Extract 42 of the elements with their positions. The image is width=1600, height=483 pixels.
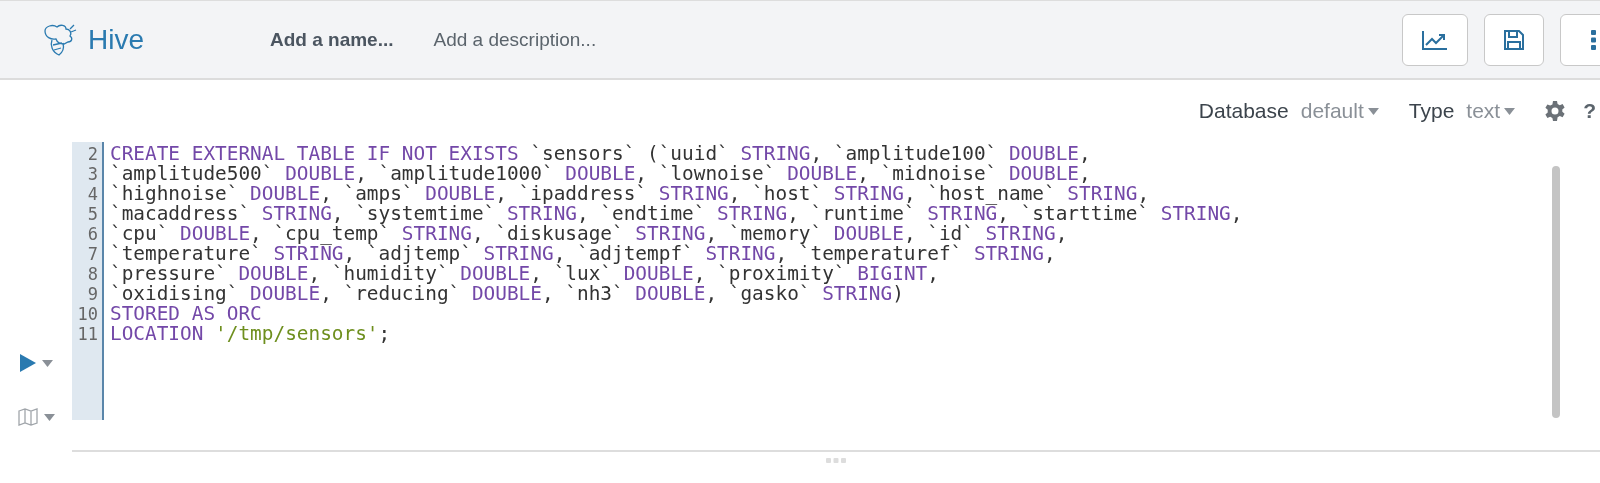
line-number: 2 [86,144,99,164]
line-number: 7 [86,244,99,264]
line-chart-icon [1422,29,1448,50]
line-number: 4 [86,184,99,204]
bee-logo-icon [42,22,78,57]
scrollbar[interactable] [1552,166,1560,418]
app-title[interactable]: Hive [88,23,144,56]
floppy-disk-icon [1504,29,1524,50]
name-field[interactable]: Add a name... [270,28,394,51]
caret-icon [1367,107,1379,115]
type-dropdown[interactable]: text [1466,99,1516,123]
code-line: LOCATION '/tmp/sensors'; [110,324,391,344]
database-label: Database [1198,99,1289,123]
line-number: 5 [86,204,99,224]
description-field[interactable]: Add a description... [433,28,1402,51]
line-number: 6 [86,224,99,244]
database-dropdown[interactable]: default [1300,99,1379,123]
more-icon [1591,29,1596,50]
code-line: `cpu` DOUBLE, `cpu_temp` STRING, `diskusage` STRING, `memory` DOUBLE, `id` STRING, [110,224,1068,244]
code-line: `pressure` DOUBLE, `humidity` DOUBLE, `lux` DOUBLE, `proximity` BIGINT, [110,264,939,284]
caret-icon [43,413,55,421]
caret-icon [1504,107,1516,115]
settings-icon[interactable] [1545,101,1566,121]
code-line: CREATE EXTERNAL TABLE IF NOT EXISTS `sensors` (`uuid` STRING, `amplitude100` DOUBLE, [110,144,1091,164]
resize-handle-icon[interactable] [826,458,846,463]
help-icon[interactable]: ? [1583,99,1596,123]
line-number: 8 [86,264,99,284]
code-line: `macaddress` STRING, `systemtime` STRING, `endtime` STRING, `runtime` STRING, `starttime` STRING, [110,204,1243,224]
line-number: 3 [86,164,99,184]
code-line: `highnoise` DOUBLE, `amps` DOUBLE, `ipaddress` STRING, `host` STRING, `host_name` STRING, [110,184,1150,204]
line-number: 11 [76,324,99,344]
chart-button[interactable] [1402,13,1468,66]
line-number: 10 [76,304,99,324]
caret-icon [41,359,53,367]
save-button[interactable] [1484,13,1544,66]
code-line: `temperature` STRING, `adjtemp` STRING, `adjtempf` STRING, `temperaturef` STRING, [110,244,1056,264]
type-label: Type [1408,99,1455,123]
play-icon[interactable] [19,354,36,372]
code-line: `amplitude500` DOUBLE, `amplitude1000` DOUBLE, `lownoise` DOUBLE, `midnoise` DOUBLE, [110,164,1091,184]
line-number: 9 [86,284,99,304]
code-line: STORED AS ORC [110,304,262,324]
code-line: `oxidising` DOUBLE, `reducing` DOUBLE, `nh3` DOUBLE, `gasko` STRING) [110,284,904,304]
